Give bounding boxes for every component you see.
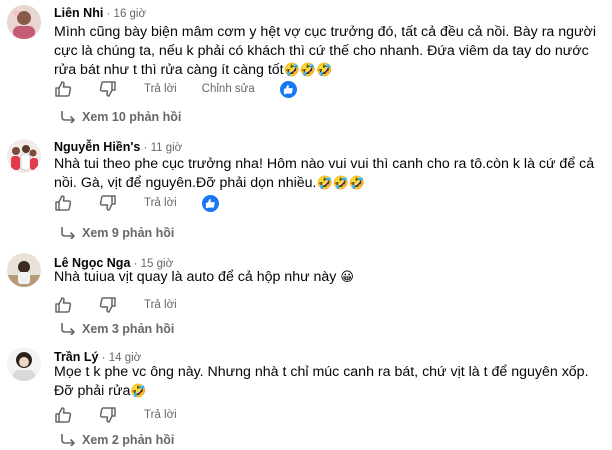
emoji: 🤣 (130, 384, 147, 399)
like-icon[interactable] (54, 296, 72, 314)
emoji: 😀 (340, 270, 354, 285)
view-replies-label[interactable]: Xem 9 phản hồi (82, 226, 174, 240)
view-replies-label[interactable]: Xem 2 phản hồi (82, 433, 174, 447)
avatar[interactable] (7, 253, 41, 287)
reply-button[interactable]: Trả lời (144, 409, 177, 421)
comment-actions: Trả lời (54, 405, 202, 425)
comment-actions: Trả lời (54, 295, 202, 315)
reply-arrow-icon (59, 111, 77, 123)
author-name[interactable]: Trần Lý (54, 350, 98, 364)
author-name[interactable]: Nguyễn Hiền's (54, 140, 140, 154)
view-replies-button[interactable]: Xem 3 phản hồi (54, 320, 174, 338)
view-replies-label[interactable]: Xem 10 phản hồi (82, 110, 181, 124)
comment-text: Mọe t k phe vc ông này. Nhưng nhà t chỉ … (54, 363, 604, 401)
reaction-like-icon[interactable] (201, 194, 219, 212)
reply-button[interactable]: Trả lời (144, 299, 177, 311)
dislike-icon[interactable] (99, 80, 117, 98)
reply-button[interactable]: Trả lời (144, 83, 177, 95)
comment-text: Nhà tui theo phe cục trưởng nha! Hôm nào… (54, 155, 604, 193)
comment-author[interactable]: Liên Nhi · 16 giờ (54, 6, 146, 20)
edit-button[interactable]: Chỉnh sửa (202, 83, 255, 95)
reply-arrow-icon (59, 323, 77, 335)
comment-author[interactable]: Nguyễn Hiền's · 11 giờ (54, 140, 182, 154)
avatar[interactable] (7, 5, 41, 39)
view-replies-label[interactable]: Xem 3 phản hồi (82, 322, 174, 336)
like-icon[interactable] (54, 194, 72, 212)
comment-time[interactable]: 11 giờ (151, 142, 183, 154)
reply-button[interactable]: Trả lời (144, 197, 177, 209)
view-replies-button[interactable]: Xem 2 phản hồi (54, 431, 174, 449)
comment-text: Nhà tuiua vịt quay là auto để cả hộp như… (54, 268, 604, 287)
avatar[interactable] (7, 139, 41, 173)
comment-time[interactable]: 16 giờ (114, 8, 146, 20)
dislike-icon[interactable] (99, 406, 117, 424)
like-icon[interactable] (54, 80, 72, 98)
view-replies-button[interactable]: Xem 10 phản hồi (54, 108, 181, 126)
comment-actions: Trả lời Chỉnh sửa (54, 79, 297, 99)
reply-arrow-icon (59, 434, 77, 446)
dislike-icon[interactable] (99, 296, 117, 314)
comment-text: Mình cũng bày biện mâm cơm y hệt vợ cục … (54, 23, 604, 80)
dislike-icon[interactable] (99, 194, 117, 212)
emoji: 🤣🤣🤣 (283, 63, 333, 78)
reply-arrow-icon (59, 227, 77, 239)
like-icon[interactable] (54, 406, 72, 424)
author-name[interactable]: Liên Nhi (54, 6, 103, 20)
comment-actions: Trả lời (54, 193, 219, 213)
comment-text-content: Nhà tuiua vịt quay là auto để cả hộp như… (54, 269, 337, 285)
view-replies-button[interactable]: Xem 9 phản hồi (54, 224, 174, 242)
emoji: 🤣🤣🤣 (316, 176, 366, 191)
comment-author[interactable]: Trần Lý · 14 giờ (54, 350, 141, 364)
avatar[interactable] (7, 347, 41, 381)
reaction-like-icon[interactable] (279, 80, 297, 98)
